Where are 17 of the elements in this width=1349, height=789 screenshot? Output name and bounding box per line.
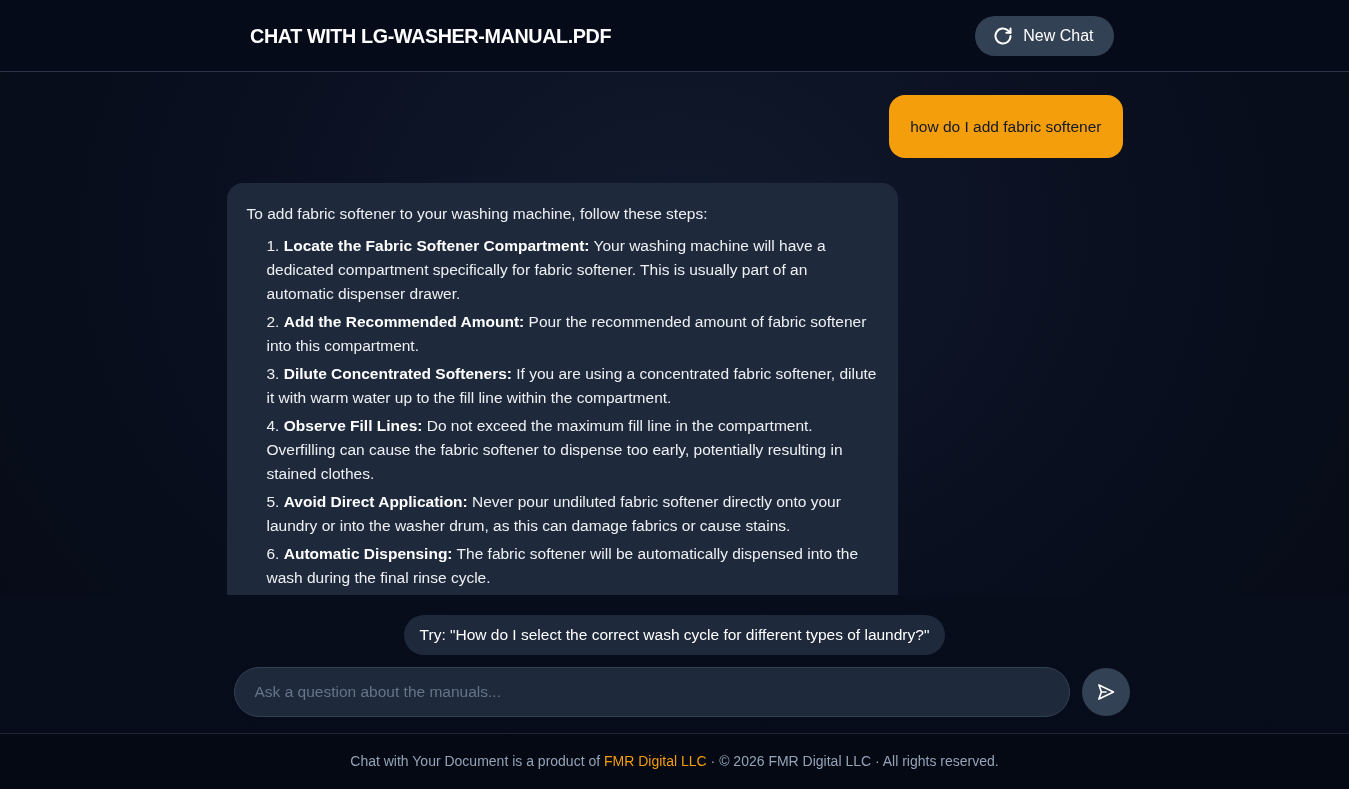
question-input[interactable]: Ask a question about the manuals... <box>233 667 1070 717</box>
footer-text: Chat with Your Document is a product of FMR Digital LLC · © 2026 FMR Digital LLC · All rights reserved. <box>350 752 999 771</box>
answer-step: 6. Automatic Dispensing: The fabric softener will be automatically dispensed into the wash during the final rinse cycle. <box>246 542 878 590</box>
company-link[interactable]: FMR Digital LLC <box>604 753 707 769</box>
answer-step: 2. Add the Recommended Amount: Pour the recommended amount of fabric softener into this compartment. <box>246 310 878 358</box>
answer-text: To add fabric softener to your washing machine, follow these steps: <box>246 204 709 224</box>
refresh-icon <box>993 25 1014 46</box>
answer-step: 5. Avoid Direct Application: Never pour undiluted fabric softener directly onto your laundry or into the washer drum, as this can damage fabrics or cause stains. <box>246 490 878 538</box>
user-message: how do I add fabric softener <box>889 95 1123 158</box>
new-chat-button[interactable]: New Chat <box>975 15 1114 56</box>
answer-step: 4. Observe Fill Lines: Do not exceed the maximum fill line in the compartment. Overfilling can cause the fabric softener to dispense too early, potentially resulting in stained clothes. <box>246 414 878 486</box>
suggestion-chip[interactable]: Try: "How do I select the correct wash cycle for different types of laundry?" <box>403 615 946 655</box>
send-button[interactable] <box>1081 668 1130 716</box>
answer-step: 3. Dilute Concentrated Softeners: If you are using a concentrated fabric softener, dilute it with warm water up to the fill line within the compartment. <box>246 362 878 410</box>
answer-step: 1. Locate the Fabric Softener Compartment: Your washing machine will have a dedicated compartment specifically for fabric softener. This is usually part of an automatic dispenser drawer. <box>246 234 878 306</box>
page-title: CHAT WITH LG-WASHER-MANUAL.PDF <box>249 22 611 49</box>
send-icon <box>1095 682 1116 702</box>
